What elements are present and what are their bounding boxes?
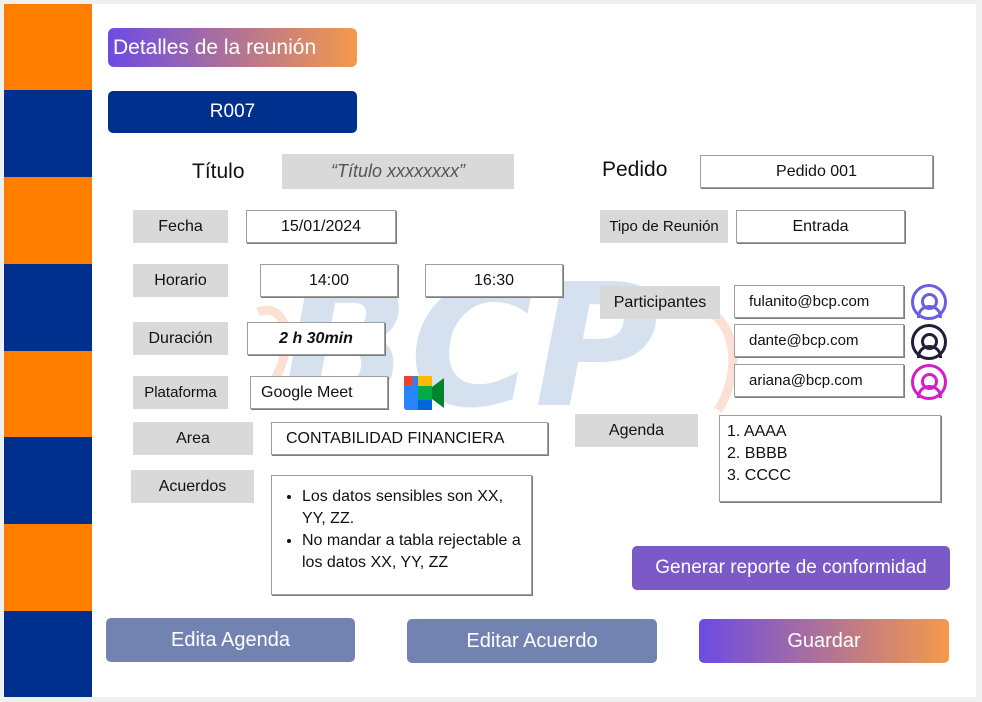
user-avatar-icon[interactable] bbox=[911, 364, 947, 400]
agenda-label: Agenda bbox=[575, 414, 698, 447]
tipo-reunion-label: Tipo de Reunión bbox=[600, 210, 728, 243]
app-frame: BCP Detalles de la reunión R007 Título “… bbox=[0, 0, 982, 702]
acuerdo-item: No mandar a tabla rejectable a los datos… bbox=[302, 530, 523, 574]
tipo-reunion-field[interactable]: Entrada bbox=[736, 210, 905, 243]
meet-icon-yellow bbox=[418, 376, 432, 386]
agenda-list[interactable]: 1. AAAA 2. BBBB 3. CCCC bbox=[719, 415, 941, 502]
participantes-label: Participantes bbox=[600, 286, 720, 319]
area-label: Area bbox=[133, 422, 253, 455]
edit-agenda-button[interactable]: Edita Agenda bbox=[106, 618, 355, 662]
participant-email[interactable]: dante@bcp.com bbox=[734, 324, 904, 357]
participant-email[interactable]: fulanito@bcp.com bbox=[734, 285, 904, 318]
agenda-item: 2. BBBB bbox=[727, 445, 788, 462]
fecha-field[interactable]: 15/01/2024 bbox=[246, 210, 396, 243]
stripe-orange bbox=[4, 524, 92, 611]
stripe-navy bbox=[4, 90, 92, 177]
agenda-item: 3. CCCC bbox=[727, 467, 792, 484]
pedido-label: Pedido bbox=[602, 158, 668, 181]
meeting-id-badge: R007 bbox=[108, 91, 357, 133]
stripe-navy bbox=[4, 437, 92, 524]
edit-agreement-button[interactable]: Editar Acuerdo bbox=[407, 619, 657, 663]
meet-icon-corner bbox=[404, 376, 413, 385]
area-field[interactable]: CONTABILIDAD FINANCIERA bbox=[271, 422, 548, 455]
horario-label: Horario bbox=[133, 264, 228, 297]
save-button[interactable]: Guardar bbox=[699, 619, 949, 663]
plataforma-field[interactable]: Google Meet bbox=[250, 376, 388, 409]
meet-icon-camera bbox=[432, 378, 444, 408]
avatar-body bbox=[916, 385, 942, 398]
avatar-body bbox=[916, 305, 942, 318]
acuerdos-box[interactable]: Los datos sensibles son XX, YY, ZZ. No m… bbox=[271, 475, 532, 595]
titulo-field[interactable]: “Título xxxxxxxx” bbox=[282, 154, 514, 189]
page-title: Detalles de la reunión bbox=[108, 28, 357, 67]
user-avatar-icon[interactable] bbox=[911, 324, 947, 360]
stripe-orange bbox=[4, 4, 92, 90]
duracion-label: Duración bbox=[133, 322, 228, 355]
duracion-field[interactable]: 2 h 30min bbox=[247, 322, 385, 355]
participant-email[interactable]: ariana@bcp.com bbox=[734, 364, 904, 397]
horario-start-field[interactable]: 14:00 bbox=[260, 264, 398, 297]
google-meet-icon[interactable] bbox=[404, 376, 444, 410]
acuerdos-label: Acuerdos bbox=[131, 470, 254, 503]
titulo-label: Título bbox=[192, 160, 245, 183]
acuerdo-item: Los datos sensibles son XX, YY, ZZ. bbox=[302, 486, 523, 530]
meet-icon-darkgreen bbox=[418, 400, 432, 410]
agenda-item: 1. AAAA bbox=[727, 423, 787, 440]
generate-report-button[interactable]: Generar reporte de conformidad bbox=[632, 546, 950, 590]
pedido-field[interactable]: Pedido 001 bbox=[700, 155, 933, 188]
stripe-orange bbox=[4, 351, 92, 437]
plataforma-label: Plataforma bbox=[133, 376, 228, 409]
stripe-navy bbox=[4, 264, 92, 351]
watermark-swoosh-right bbox=[707, 308, 738, 413]
fecha-label: Fecha bbox=[133, 210, 228, 243]
avatar-body bbox=[916, 345, 942, 358]
horario-end-field[interactable]: 16:30 bbox=[425, 264, 563, 297]
stripe-navy bbox=[4, 611, 92, 697]
user-avatar-icon[interactable] bbox=[911, 284, 947, 320]
stripe-orange bbox=[4, 177, 92, 264]
